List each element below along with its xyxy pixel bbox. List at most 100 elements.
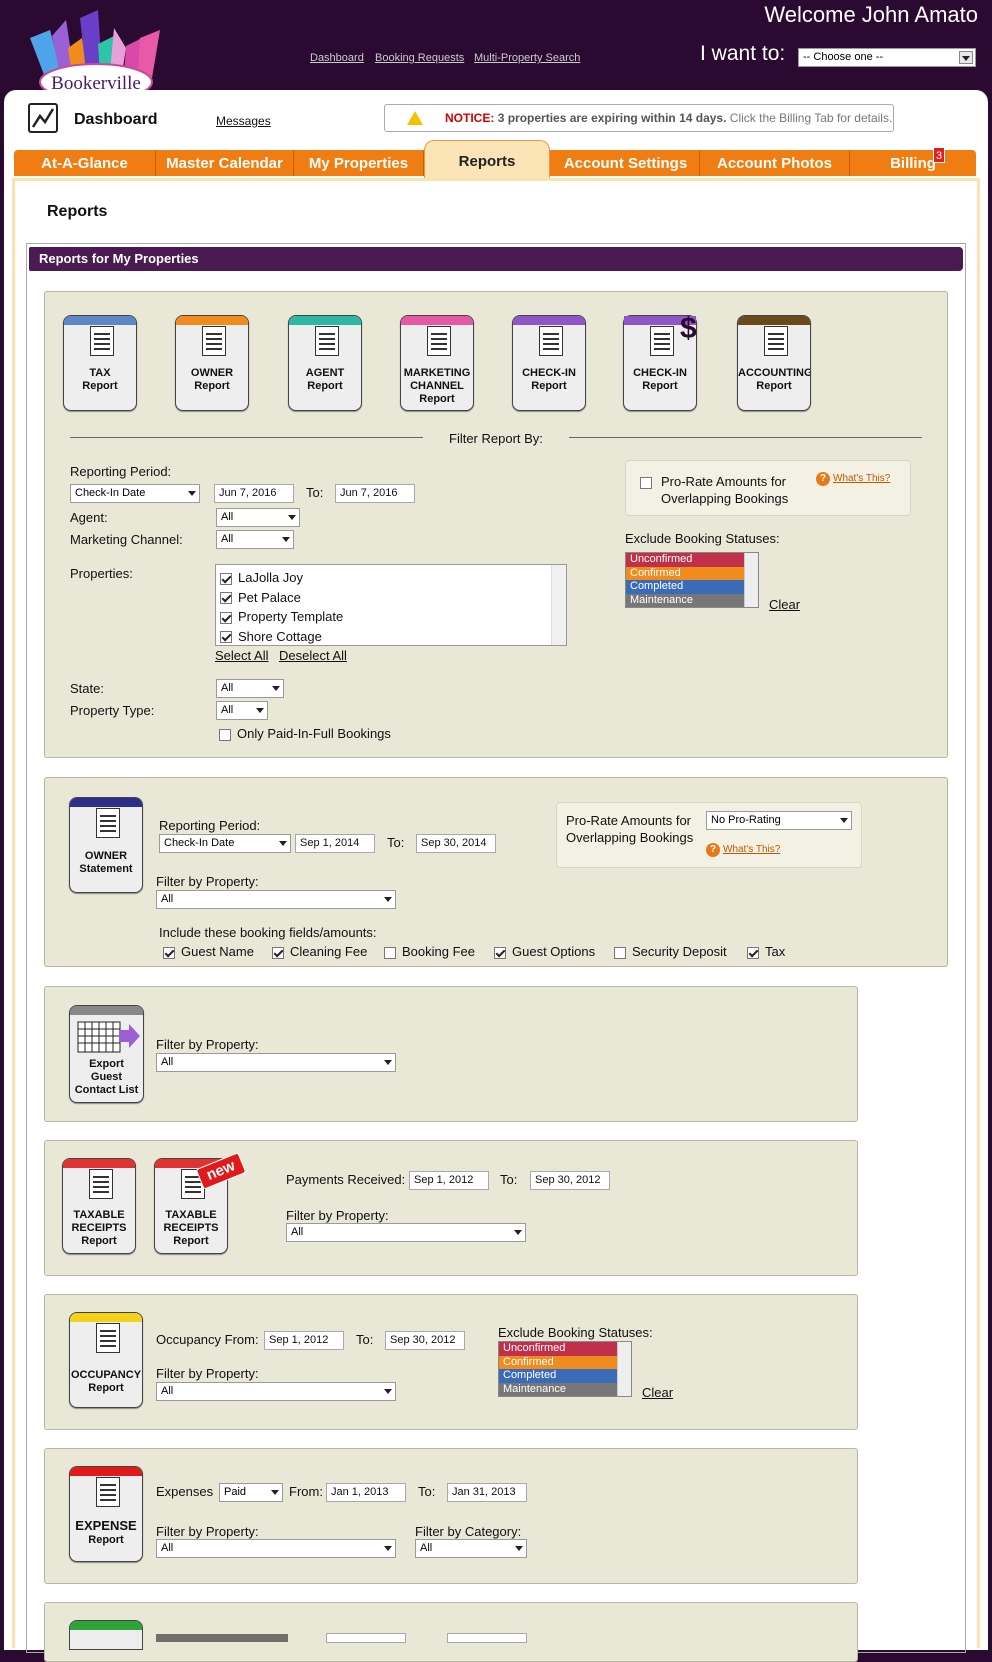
os-reporting-period-select[interactable]: Check-In Date: [159, 834, 291, 853]
help-icon: ?: [816, 472, 830, 486]
to-label: To:: [306, 485, 324, 500]
top-link-booking-requests[interactable]: Booking Requests: [375, 52, 464, 64]
expense-report-icon[interactable]: EXPENSE Report: [69, 1466, 143, 1562]
i-want-to-label: I want to:: [700, 42, 786, 65]
property-item[interactable]: Property Template: [220, 607, 343, 627]
ex-filter-select[interactable]: All: [156, 1539, 396, 1558]
whats-this-link[interactable]: ? What's This?: [816, 472, 890, 486]
payments-received-label: Payments Received:: [286, 1172, 406, 1187]
os-prorate-select[interactable]: No Pro-Rating: [706, 811, 852, 830]
eg-filter-label: Filter by Property:: [156, 1037, 259, 1052]
oc-filter-label: Filter by Property:: [156, 1366, 259, 1381]
paid-in-full-checkbox[interactable]: Only Paid-In-Full Bookings: [219, 726, 391, 741]
tr-to-label: To:: [500, 1172, 518, 1187]
messages-link[interactable]: Messages: [216, 114, 271, 128]
property-item[interactable]: LaJolla Joy: [220, 568, 343, 588]
tab-at-a-glance[interactable]: At-A-Glance: [14, 150, 156, 176]
ex-category-select[interactable]: All: [415, 1539, 527, 1558]
report-icon[interactable]: AGENT Report: [288, 315, 362, 411]
tab-master-calendar[interactable]: Master Calendar: [156, 150, 294, 176]
os-whats-this-link[interactable]: ? What's This?: [706, 843, 780, 857]
agent-label: Agent:: [70, 510, 108, 525]
marketing-channel-label: Marketing Channel:: [70, 532, 183, 547]
marketing-channel-select[interactable]: All: [216, 530, 294, 549]
help-icon: ?: [706, 843, 720, 857]
reporting-period-select[interactable]: Check-In Date: [70, 484, 200, 503]
property-item[interactable]: Shore Cottage: [220, 627, 343, 647]
tab-reports[interactable]: Reports: [424, 140, 550, 178]
deselect-all-link[interactable]: Deselect All: [279, 648, 347, 663]
taxable-receipts-icon[interactable]: TAXABLE RECEIPTS Report: [62, 1158, 136, 1254]
report-icon[interactable]: OWNER Report: [175, 315, 249, 411]
oc-clear-link[interactable]: Clear: [642, 1385, 673, 1400]
ex-filter-label: Filter by Property:: [156, 1524, 259, 1539]
occupancy-report-icon[interactable]: OCCUPANCY Report: [69, 1312, 143, 1408]
top-link-multi-property-search[interactable]: Multi-Property Search: [474, 52, 580, 64]
partial-section: [44, 1602, 858, 1662]
include-field-checkbox[interactable]: Tax: [747, 944, 785, 959]
owner-statement-icon[interactable]: OWNER Statement: [69, 797, 143, 893]
welcome-text: Welcome John Amato: [764, 2, 978, 27]
tab-account-photos[interactable]: Account Photos: [700, 150, 850, 176]
filter-divider-left: [70, 437, 423, 438]
partial-report-icon[interactable]: [69, 1620, 143, 1650]
oc-to-date[interactable]: Sep 30, 2012: [385, 1331, 465, 1350]
select-all-link[interactable]: Select All: [215, 648, 268, 663]
os-filter-select[interactable]: All: [156, 890, 396, 909]
include-field-checkbox[interactable]: Cleaning Fee: [272, 944, 367, 959]
oc-exclude-label: Exclude Booking Statuses:: [498, 1325, 653, 1340]
clear-statuses-link[interactable]: Clear: [769, 597, 800, 612]
report-icon[interactable]: CHECK-IN Report $: [623, 312, 697, 411]
os-to-date[interactable]: Sep 30, 2014: [416, 834, 496, 853]
filter-to-date[interactable]: Jun 7, 2016: [335, 484, 415, 503]
i-want-to-select[interactable]: -- Choose one --: [798, 48, 976, 67]
report-icon[interactable]: CHECK-IN Report: [512, 315, 586, 411]
oc-exclude-statuses-list[interactable]: Unconfirmed Confirmed Completed Maintena…: [498, 1341, 632, 1397]
expenses-select[interactable]: Paid: [219, 1483, 283, 1502]
properties-scrollbar[interactable]: [551, 565, 566, 645]
section-bar: Reports for My Properties: [29, 247, 963, 271]
include-field-checkbox[interactable]: Guest Name: [163, 944, 254, 959]
tr-from-date[interactable]: Sep 1, 2012: [409, 1171, 489, 1190]
tab-billing[interactable]: Billing: [850, 150, 976, 176]
ex-category-label: Filter by Category:: [415, 1524, 522, 1539]
state-label: State:: [70, 681, 104, 696]
ex-to-date[interactable]: Jan 31, 2013: [447, 1483, 527, 1502]
ex-from-date[interactable]: Jan 1, 2013: [326, 1483, 406, 1502]
property-item[interactable]: Pet Palace: [220, 588, 343, 608]
property-type-select[interactable]: All: [216, 701, 268, 720]
tr-filter-select[interactable]: All: [286, 1223, 526, 1242]
notice-banner: NOTICE: 3 properties are expiring within…: [384, 104, 894, 132]
tr-to-date[interactable]: Sep 30, 2012: [530, 1171, 610, 1190]
billing-badge: 3: [933, 147, 945, 163]
top-link-dashboard[interactable]: Dashboard: [310, 52, 364, 64]
os-from-date[interactable]: Sep 1, 2014: [295, 834, 375, 853]
os-to-label: To:: [387, 835, 405, 850]
os-include-label: Include these booking fields/amounts:: [159, 925, 377, 940]
ex-from-label: From:: [289, 1484, 323, 1499]
state-select[interactable]: All: [216, 679, 284, 698]
property-type-label: Property Type:: [70, 703, 155, 718]
prorate-checkbox[interactable]: [640, 474, 658, 489]
report-icon[interactable]: MARKETING CHANNEL Report: [400, 315, 474, 411]
include-field-checkbox[interactable]: Security Deposit: [614, 944, 727, 959]
eg-filter-select[interactable]: All: [156, 1053, 396, 1072]
export-guest-icon[interactable]: Export Guest Contact List: [69, 1005, 144, 1103]
os-reporting-period-label: Reporting Period:: [159, 818, 261, 833]
tab-account-settings[interactable]: Account Settings: [552, 150, 700, 176]
oc-from-date[interactable]: Sep 1, 2012: [264, 1331, 344, 1350]
agent-select[interactable]: All: [216, 508, 300, 527]
properties-label: Properties:: [70, 566, 133, 581]
tab-my-properties[interactable]: My Properties: [294, 150, 424, 176]
report-icon[interactable]: TAX Report: [63, 315, 137, 411]
exclude-statuses-label: Exclude Booking Statuses:: [625, 531, 780, 546]
partial-date-input[interactable]: [326, 1633, 406, 1643]
report-icon[interactable]: ACCOUNTING Report: [737, 315, 811, 411]
include-field-checkbox[interactable]: Booking Fee: [384, 944, 475, 959]
filter-from-date[interactable]: Jun 7, 2016: [214, 484, 294, 503]
include-field-checkbox[interactable]: Guest Options: [494, 944, 595, 959]
oc-filter-select[interactable]: All: [156, 1382, 396, 1401]
filter-heading: Filter Report By:: [449, 431, 543, 446]
partial-date-input[interactable]: [447, 1633, 527, 1643]
exclude-statuses-list[interactable]: Unconfirmed Confirmed Completed Maintena…: [625, 552, 759, 608]
